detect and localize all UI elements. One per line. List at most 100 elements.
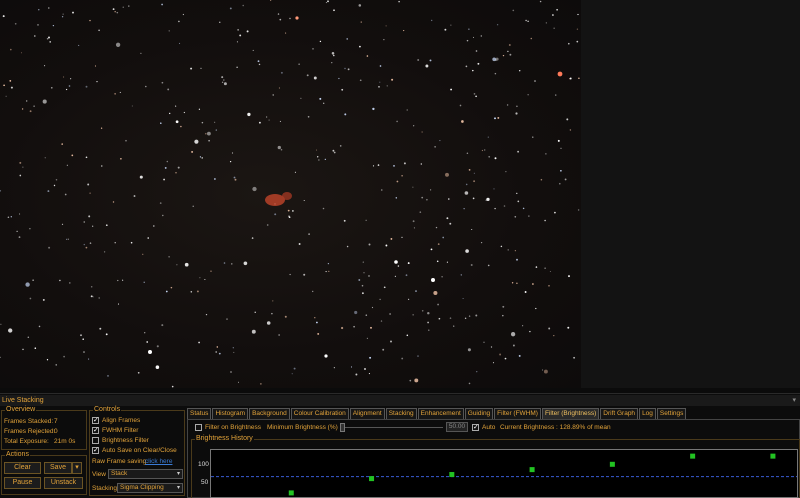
star bbox=[464, 317, 467, 320]
star bbox=[55, 178, 58, 181]
star bbox=[543, 369, 548, 374]
fwhm-filter-checkbox[interactable]: ✓ bbox=[92, 427, 99, 434]
star bbox=[468, 315, 471, 317]
star bbox=[510, 332, 516, 337]
star bbox=[323, 102, 325, 104]
align-frames-checkbox[interactable]: ✓ bbox=[92, 417, 99, 424]
data-point bbox=[288, 490, 294, 496]
star bbox=[303, 273, 306, 276]
tab-stacking[interactable]: Stacking bbox=[385, 408, 417, 419]
star bbox=[419, 211, 422, 213]
tab-guiding[interactable]: Guiding bbox=[464, 408, 494, 419]
minimum-brightness-input[interactable]: 50.00 bbox=[446, 422, 468, 432]
star bbox=[65, 88, 68, 91]
tab-alignment[interactable]: Alignment bbox=[349, 408, 385, 419]
star bbox=[59, 279, 61, 282]
stacking-select[interactable]: Sigma Clipping ▾ bbox=[117, 483, 183, 493]
star bbox=[284, 315, 287, 318]
tab-drift-graph[interactable]: Drift Graph bbox=[600, 408, 639, 419]
star bbox=[19, 213, 21, 215]
star bbox=[505, 171, 507, 173]
star bbox=[242, 4, 244, 7]
star bbox=[252, 49, 254, 51]
star bbox=[415, 290, 417, 293]
slider-handle[interactable] bbox=[340, 423, 345, 432]
star bbox=[140, 52, 142, 55]
star bbox=[569, 77, 572, 80]
brightness-filter-checkbox[interactable] bbox=[92, 437, 99, 444]
star bbox=[169, 112, 171, 115]
star bbox=[237, 381, 240, 383]
star bbox=[175, 172, 177, 174]
star bbox=[522, 325, 524, 327]
minimum-brightness-slider[interactable] bbox=[340, 423, 443, 432]
star bbox=[577, 209, 580, 211]
star bbox=[507, 249, 509, 251]
star bbox=[403, 30, 405, 32]
star bbox=[360, 21, 362, 23]
star bbox=[0, 189, 2, 192]
star bbox=[64, 193, 67, 196]
star bbox=[365, 219, 367, 221]
tab-histogram[interactable]: Histogram bbox=[212, 408, 249, 419]
star bbox=[516, 282, 518, 285]
image-side-pane bbox=[581, 0, 800, 388]
star bbox=[33, 35, 36, 37]
star bbox=[85, 85, 88, 88]
star bbox=[88, 215, 91, 218]
star bbox=[293, 367, 296, 370]
star bbox=[465, 249, 469, 253]
save-button[interactable]: Save bbox=[44, 462, 72, 474]
bright-star bbox=[394, 260, 398, 264]
star bbox=[63, 76, 65, 78]
star bbox=[350, 366, 353, 368]
tab-background[interactable]: Background bbox=[249, 408, 290, 419]
star bbox=[327, 262, 330, 265]
star bbox=[179, 42, 181, 44]
stacked-image-view[interactable] bbox=[0, 0, 581, 388]
star bbox=[383, 39, 385, 41]
tab-status[interactable]: Status bbox=[187, 408, 212, 419]
star bbox=[112, 8, 115, 11]
star bbox=[439, 140, 441, 142]
star bbox=[398, 0, 400, 3]
star bbox=[38, 9, 40, 11]
star bbox=[48, 7, 50, 9]
tab-filter-fwhm[interactable]: Filter (FWHM) bbox=[494, 408, 541, 419]
pause-button[interactable]: Pause bbox=[4, 477, 41, 489]
star bbox=[379, 81, 381, 83]
star bbox=[331, 62, 333, 64]
star bbox=[96, 81, 98, 83]
star bbox=[199, 277, 201, 279]
star bbox=[114, 93, 116, 95]
star bbox=[19, 174, 22, 177]
star bbox=[368, 243, 371, 246]
clear-button[interactable]: Clear bbox=[4, 462, 41, 474]
star bbox=[170, 286, 173, 289]
tab-log[interactable]: Log bbox=[639, 408, 656, 419]
star bbox=[433, 290, 438, 296]
view-select[interactable]: Stack ▾ bbox=[108, 469, 183, 479]
tab-filter-brightness[interactable]: Filter (Brightness) bbox=[541, 408, 600, 419]
pin-icon[interactable]: ▾ bbox=[792, 395, 796, 406]
auto-save-checkbox[interactable]: ✓ bbox=[92, 447, 99, 454]
star bbox=[204, 278, 206, 281]
auto-checkbox[interactable]: ✓ bbox=[472, 424, 479, 431]
star bbox=[168, 30, 170, 32]
tab-enhancement[interactable]: Enhancement bbox=[417, 408, 464, 419]
filter-on-brightness-checkbox[interactable] bbox=[195, 424, 202, 431]
raw-frame-saving-link[interactable]: click here bbox=[145, 458, 172, 466]
star bbox=[166, 160, 169, 163]
star bbox=[365, 314, 368, 316]
star bbox=[406, 334, 409, 337]
tab-colour-calibration[interactable]: Colour Calibration bbox=[290, 408, 349, 419]
unstack-button[interactable]: Unstack bbox=[44, 477, 83, 489]
save-dropdown-button[interactable]: ▾ bbox=[72, 462, 82, 474]
star bbox=[556, 9, 558, 11]
star bbox=[279, 120, 281, 122]
tab-settings[interactable]: Settings bbox=[656, 408, 687, 419]
star bbox=[477, 62, 480, 65]
star bbox=[490, 346, 493, 348]
star bbox=[324, 158, 326, 161]
star bbox=[152, 225, 155, 227]
